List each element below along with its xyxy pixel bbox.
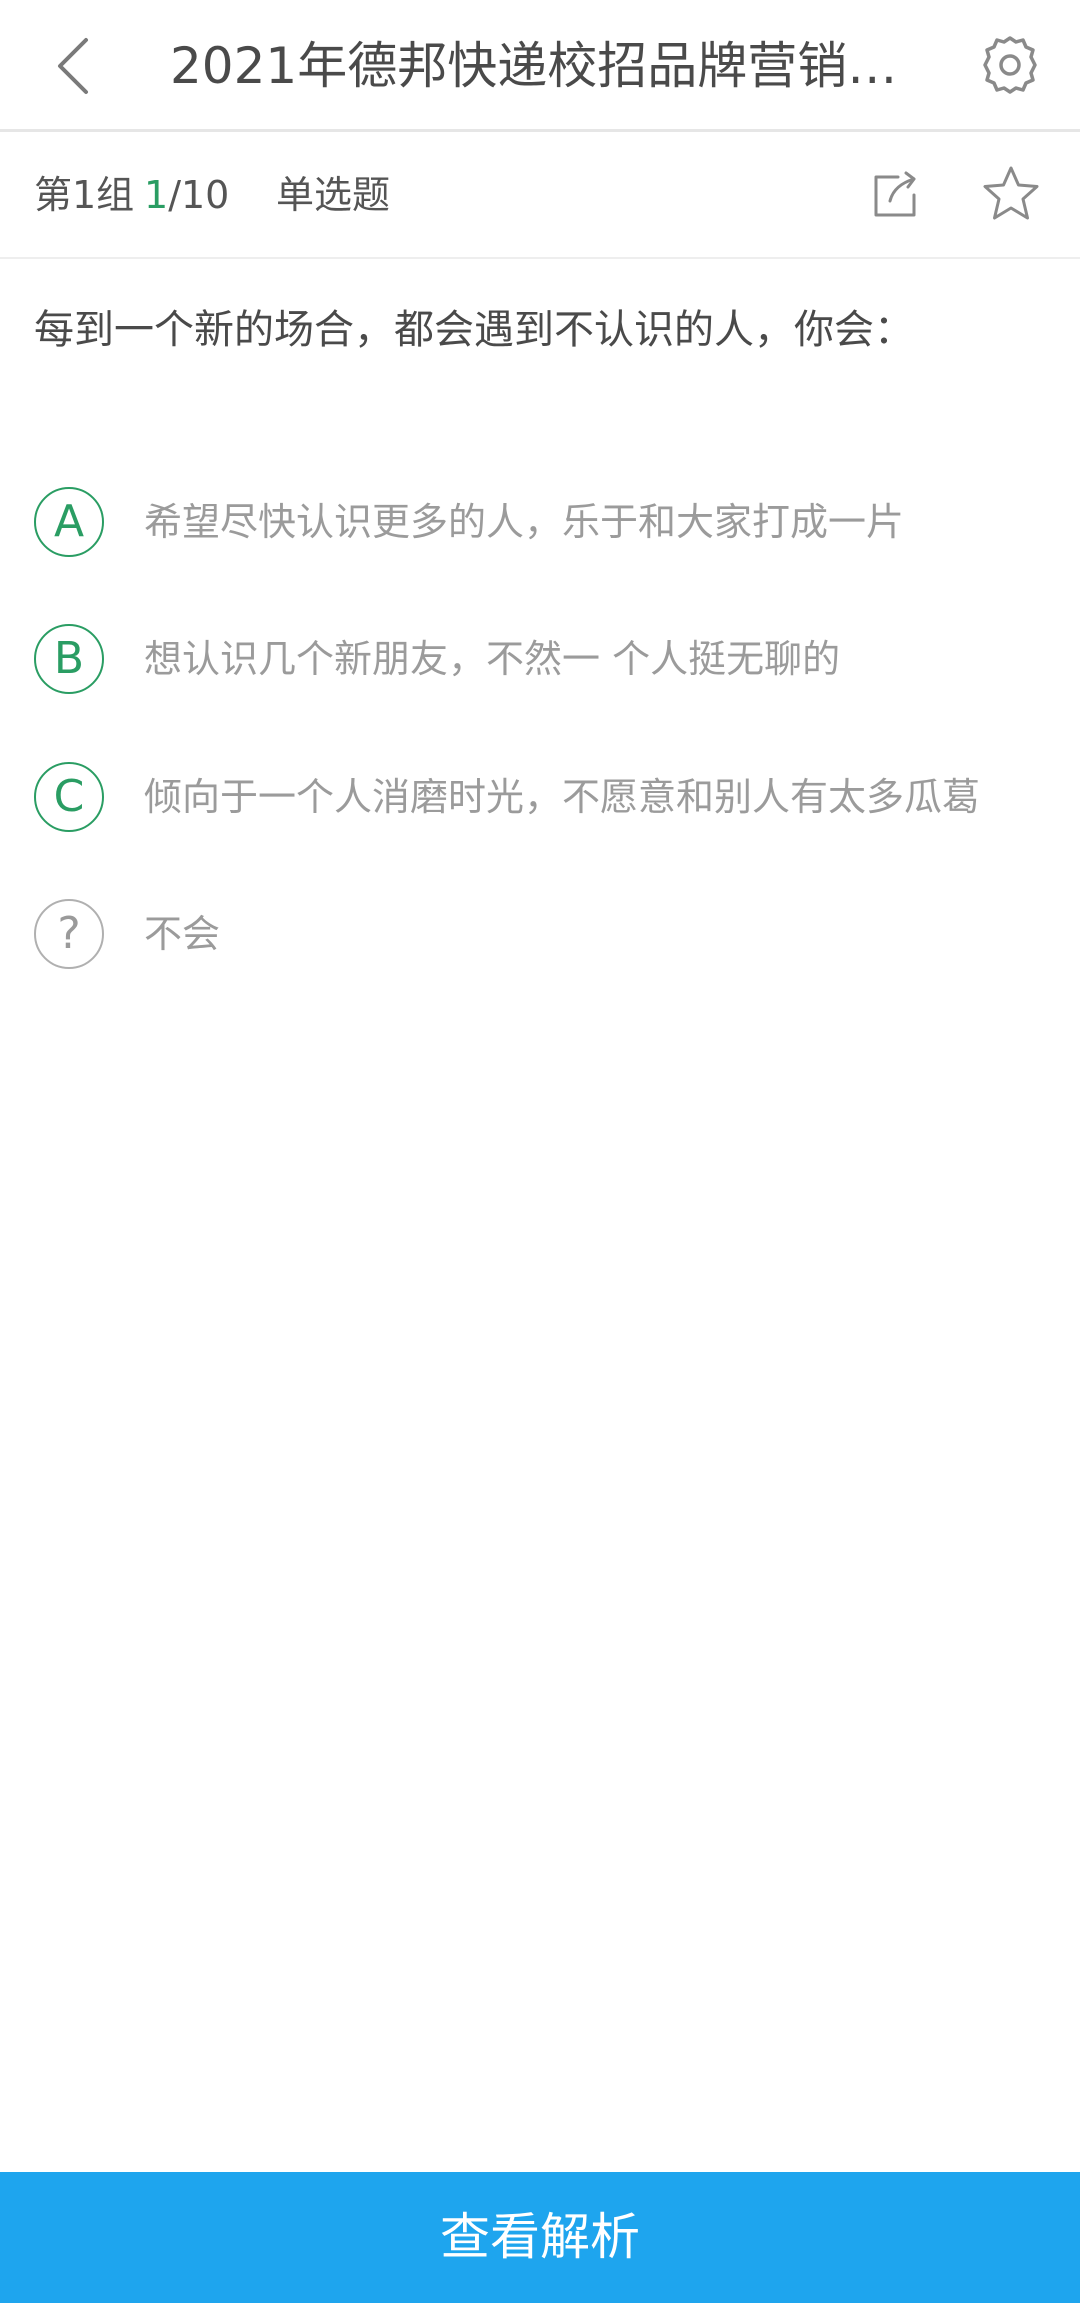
share-button[interactable] [868,167,924,223]
option-text: 不会 [144,912,221,956]
back-button[interactable] [44,22,104,110]
chevron-left-icon [58,38,88,94]
option-badge: C [34,762,104,832]
view-analysis-button[interactable]: 查看解析 [0,2172,1080,2303]
share-icon [874,171,916,217]
question-mark-icon: ? [34,899,104,969]
option-text: 想认识几个新朋友，不然一 个人挺无聊的 [144,637,841,681]
question-info-bar: 第1组 1/10 单选题 [0,135,1080,259]
option-a[interactable]: A 希望尽快认识更多的人，乐于和大家打成一片 [0,472,1080,572]
question-progress: 1/10 [144,163,229,227]
option-badge: A [34,487,104,557]
group-label: 第1组 [34,173,135,217]
settings-button[interactable] [975,30,1045,100]
favorite-button[interactable] [980,163,1042,225]
question-type-label: 单选题 [276,173,391,217]
current-question-number: 1 [144,173,169,217]
page-title: 2021年德邦快递校招品牌营销在... [170,37,910,95]
option-b[interactable]: B 想认识几个新朋友，不然一 个人挺无聊的 [0,609,1080,709]
question-text: 每到一个新的场合，都会遇到不认识的人，你会： [34,307,914,353]
option-text: 希望尽快认识更多的人，乐于和大家打成一片 [144,500,905,544]
option-badge: B [34,624,104,694]
option-c[interactable]: C 倾向于一个人消磨时光，不愿意和别人有太多瓜葛 [0,747,1080,847]
star-icon [983,166,1039,220]
option-unknown[interactable]: ? 不会 [0,884,1080,984]
total-questions: /10 [168,173,230,217]
top-app-bar: 2021年德邦快递校招品牌营销在... [0,0,1080,132]
gear-icon [983,36,1037,94]
option-text: 倾向于一个人消磨时光，不愿意和别人有太多瓜葛 [144,775,981,819]
